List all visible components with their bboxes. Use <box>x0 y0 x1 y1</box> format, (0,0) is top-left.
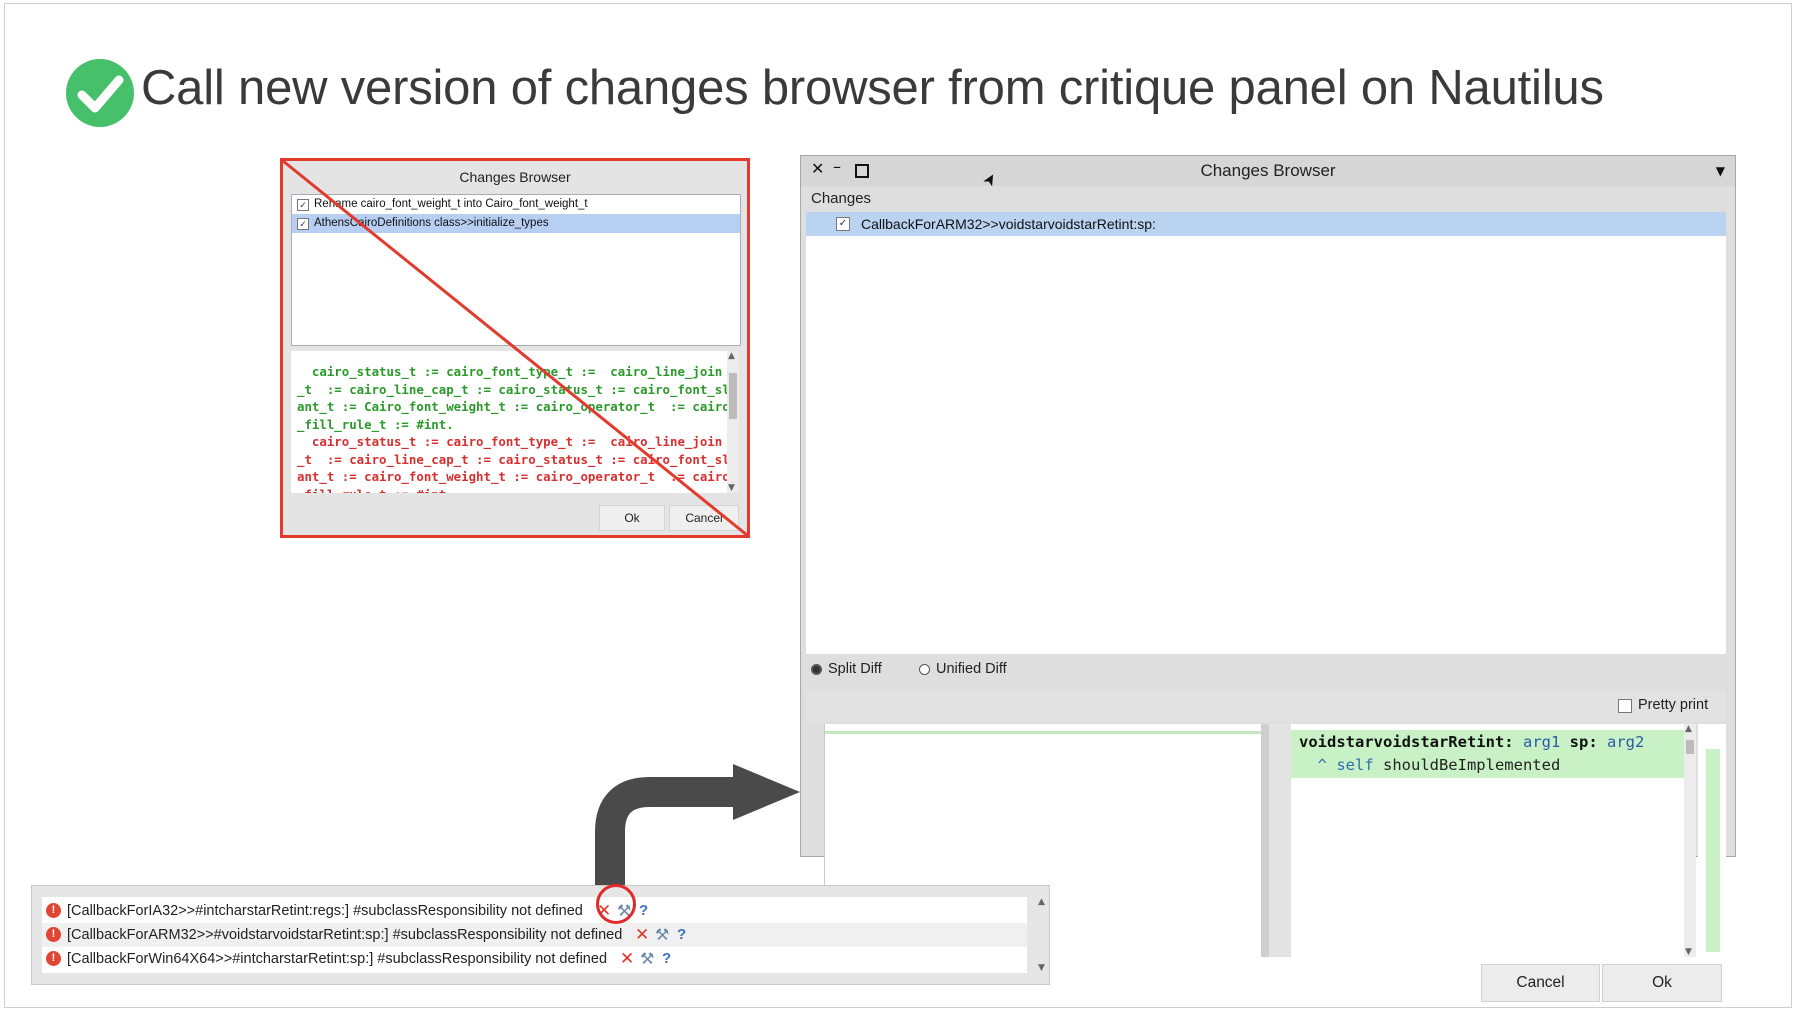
old-diff-code-pane[interactable]: cairo_status_t := cairo_font_type_t := c… <box>291 351 739 493</box>
old-changes-list[interactable]: ✓ Rename cairo_font_weight_t into Cairo_… <box>291 194 741 346</box>
diff-right-code: voidstarvoidstarRetint: arg1 sp: arg2 ^ … <box>1299 731 1644 777</box>
old-change-item[interactable]: ✓ Rename cairo_font_weight_t into Cairo_… <box>292 195 740 214</box>
scroll-up-icon[interactable]: ▲ <box>1038 897 1045 907</box>
critique-scrollbar[interactable]: ▲ ▼ <box>1037 897 1049 973</box>
scroll-thumb[interactable] <box>1686 740 1694 754</box>
code-keyword: sp: <box>1569 733 1598 751</box>
green-check-icon <box>66 59 134 127</box>
code-selector: voidstarvoidstarRetint: <box>1299 733 1514 751</box>
unified-diff-radio[interactable] <box>919 664 930 675</box>
critique-text: [CallbackForARM32>>#voidstarvoidstarReti… <box>67 927 623 943</box>
scroll-down-icon[interactable]: ▼ <box>1038 963 1045 973</box>
split-diff-label[interactable]: Split Diff <box>828 661 882 677</box>
slide-title: Call new version of changes browser from… <box>141 61 1604 115</box>
code-arg: arg1 <box>1522 733 1561 751</box>
tools-icon[interactable]: ⚒ <box>617 900 631 922</box>
old-change-checkbox[interactable]: ✓ <box>297 199 309 211</box>
code-message: shouldBeImplemented <box>1373 756 1561 774</box>
old-window-title: Changes Browser <box>459 169 571 185</box>
changes-section-label: Changes <box>811 190 872 207</box>
tools-icon[interactable]: ⚒ <box>640 948 654 970</box>
change-item-selected[interactable]: ✓ CallbackForARM32>>voidstarvoidstarReti… <box>806 212 1726 236</box>
scroll-down-icon[interactable]: ▼ <box>728 483 735 493</box>
pretty-print-checkbox[interactable] <box>1618 699 1632 713</box>
scroll-up-icon[interactable]: ▲ <box>728 351 735 361</box>
change-label: CallbackForARM32>>voidstarvoidstarRetint… <box>861 216 1156 232</box>
error-icon: ! <box>46 951 61 966</box>
diff-scrollbar[interactable]: ▲ ▼ <box>1684 724 1696 957</box>
error-icon: ! <box>46 903 61 918</box>
old-code-removed: cairo_status_t := cairo_font_type_t := c… <box>297 434 730 493</box>
pretty-print-label[interactable]: Pretty print <box>1638 697 1708 713</box>
critique-text: [CallbackForIA32>>#intcharstarRetint:reg… <box>67 903 583 919</box>
gutter-bar <box>1261 724 1269 957</box>
remove-icon[interactable]: ✕ <box>635 924 649 946</box>
critique-row[interactable]: ! [CallbackForWin64X64>>#intcharstarReti… <box>42 947 1027 971</box>
help-icon[interactable]: ? <box>677 924 686 946</box>
diff-right-pane[interactable]: voidstarvoidstarRetint: arg1 sp: arg2 ^ … <box>1291 724 1684 957</box>
diff-marker-line <box>825 731 1262 734</box>
old-change-item-selected[interactable]: ✓ AthensCairoDefinitions class>>initiali… <box>292 214 740 233</box>
help-icon[interactable]: ? <box>639 900 648 922</box>
remove-icon[interactable]: ✕ <box>620 948 634 970</box>
changes-list[interactable]: ✓ CallbackForARM32>>voidstarvoidstarReti… <box>806 212 1726 654</box>
cancel-button[interactable]: Cancel <box>1481 964 1600 1002</box>
old-change-label: Rename cairo_font_weight_t into Cairo_fo… <box>314 198 588 210</box>
scroll-up-icon[interactable]: ▲ <box>1685 724 1692 734</box>
critique-row[interactable]: ! [CallbackForARM32>>#voidstarvoidstarRe… <box>42 923 1027 947</box>
scroll-thumb[interactable] <box>729 373 737 419</box>
pretty-print-toolbar: Pretty print <box>806 690 1726 722</box>
ok-button[interactable]: Ok <box>1602 964 1722 1002</box>
window-title: Changes Browser <box>1200 161 1336 180</box>
diff-mode-selector: Split Diff Unified Diff <box>801 656 1735 686</box>
code-self: self <box>1336 756 1374 774</box>
old-changes-browser-window: Changes Browser ✓ Rename cairo_font_weig… <box>280 158 750 538</box>
diff-gutter <box>1261 724 1291 957</box>
critique-row[interactable]: ! [CallbackForIA32>>#intcharstarRetint:r… <box>42 899 1027 923</box>
critique-list[interactable]: ! [CallbackForIA32>>#intcharstarRetint:r… <box>42 897 1027 973</box>
diff-map-highlight <box>1706 749 1720 952</box>
unified-diff-label[interactable]: Unified Diff <box>936 661 1007 677</box>
old-change-checkbox[interactable]: ✓ <box>297 218 309 230</box>
old-code-scrollbar[interactable]: ▲ ▼ <box>727 351 739 493</box>
window-titlebar[interactable]: ✕ – Changes Browser ▼ ➤ <box>801 156 1735 190</box>
old-code-added: cairo_status_t := cairo_font_type_t := c… <box>297 364 730 432</box>
help-icon[interactable]: ? <box>662 948 671 970</box>
old-change-label: AthensCairoDefinitions class>>initialize… <box>314 217 549 229</box>
old-cancel-button[interactable]: Cancel <box>669 505 739 531</box>
diff-overview-map <box>1698 724 1726 957</box>
old-ok-button[interactable]: Ok <box>599 505 665 531</box>
new-changes-browser-window: ✕ – Changes Browser ▼ ➤ Changes ✓ Callba… <box>800 155 1736 1002</box>
window-menu-icon[interactable]: ▼ <box>1716 164 1725 178</box>
remove-icon[interactable]: ✕ <box>597 900 611 922</box>
tools-icon[interactable]: ⚒ <box>655 924 669 946</box>
critique-panel: ! [CallbackForIA32>>#intcharstarRetint:r… <box>31 885 1050 985</box>
code-caret: ^ <box>1299 756 1337 774</box>
change-checkbox[interactable]: ✓ <box>836 217 850 231</box>
code-arg: arg2 <box>1607 733 1645 751</box>
error-icon: ! <box>46 927 61 942</box>
split-diff-radio[interactable] <box>811 664 822 675</box>
flow-arrow-icon <box>595 764 800 890</box>
slide: Call new version of changes browser from… <box>0 0 1800 1012</box>
scroll-down-icon[interactable]: ▼ <box>1685 947 1692 957</box>
critique-text: [CallbackForWin64X64>>#intcharstarRetint… <box>67 951 608 967</box>
